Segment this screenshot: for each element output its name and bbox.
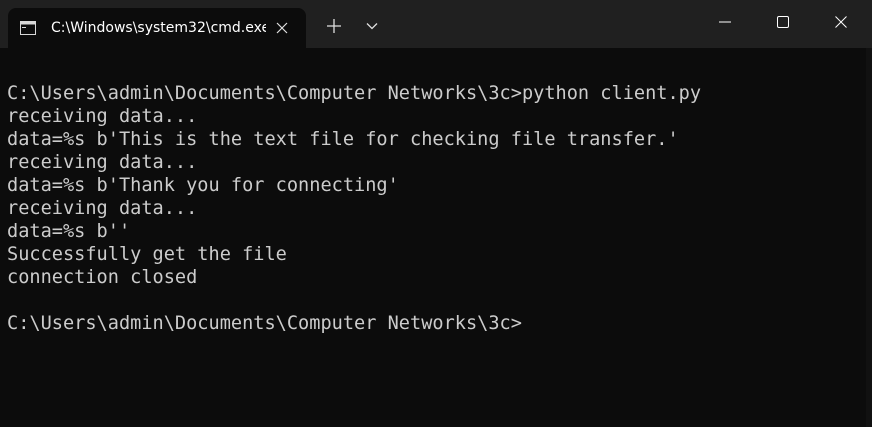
console-line: data=%s b'' <box>7 221 131 242</box>
console-line: receiving data... <box>7 152 198 173</box>
terminal-window: C:\Windows\system32\cmd.exe C:\Users\adm… <box>0 0 872 427</box>
console-line: C:\Users\admin\Documents\Computer Networ… <box>7 83 702 104</box>
console-line: data=%s b'Thank you for connecting' <box>7 175 399 196</box>
maximize-icon <box>777 16 789 28</box>
console-prompt: C:\Users\admin\Documents\Computer Networ… <box>7 313 522 334</box>
console-line: receiving data... <box>7 198 198 219</box>
console-line: receiving data... <box>7 106 198 127</box>
new-tab-button[interactable] <box>318 10 350 42</box>
close-button[interactable] <box>812 0 870 44</box>
chevron-down-icon <box>366 23 378 30</box>
plus-icon <box>327 19 341 33</box>
tab-close-icon[interactable] <box>272 18 292 38</box>
close-icon <box>835 16 847 28</box>
console-output[interactable]: C:\Users\admin\Documents\Computer Networ… <box>0 48 866 427</box>
tab-title: C:\Windows\system32\cmd.exe <box>51 20 266 36</box>
console-line: data=%s b'This is the text file for chec… <box>7 129 679 150</box>
console-line: connection closed <box>7 267 198 288</box>
minimize-button[interactable] <box>696 0 754 44</box>
tab-dropdown-button[interactable] <box>356 10 388 42</box>
cmd-icon <box>20 20 36 35</box>
console-line: Successfully get the file <box>7 244 287 265</box>
maximize-button[interactable] <box>754 0 812 44</box>
tab-cmd[interactable]: C:\Windows\system32\cmd.exe <box>8 8 306 48</box>
minimize-icon <box>719 21 731 23</box>
scrollbar[interactable] <box>866 48 872 427</box>
title-bar[interactable]: C:\Windows\system32\cmd.exe <box>0 0 872 48</box>
